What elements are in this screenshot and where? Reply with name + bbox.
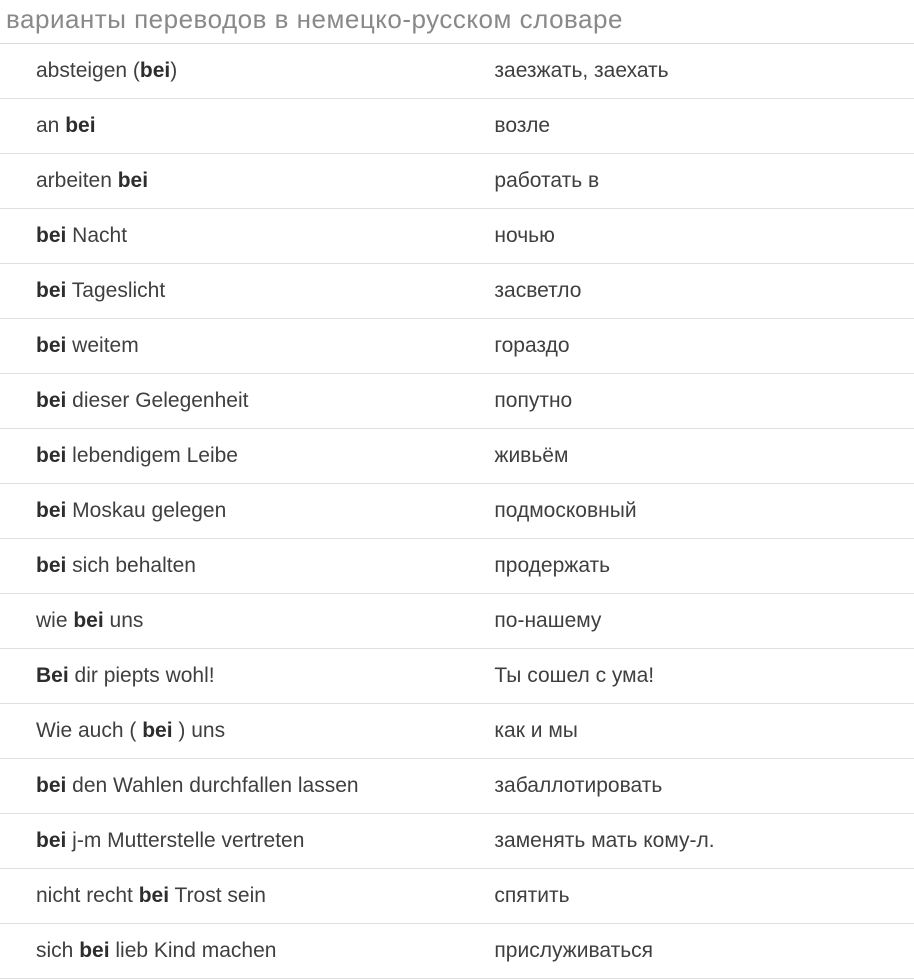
table-row: sich bei lieb Kind machenприслуживаться [0,924,914,979]
german-post: j-m Mutterstelle vertreten [66,829,304,852]
german-post: weitem [66,334,138,357]
table-row: bei lebendigem Leibeживьём [0,429,914,484]
german-term[interactable]: Wie auch ( bei ) uns [0,704,484,758]
german-post: lieb Kind machen [110,939,277,962]
german-keyword: bei [36,334,66,357]
german-keyword: bei [36,499,66,522]
german-term[interactable]: sich bei lieb Kind machen [0,924,484,978]
german-term[interactable]: bei j-m Mutterstelle vertreten [0,814,484,868]
german-term[interactable]: bei sich behalten [0,539,484,593]
table-row: bei Nachtночью [0,209,914,264]
german-term[interactable]: bei Tageslicht [0,264,484,318]
russian-translation[interactable]: гораздо [484,319,914,373]
table-row: wie bei unsпо-нашему [0,594,914,649]
table-row: an beiвозле [0,99,914,154]
german-keyword: bei [36,829,66,852]
german-keyword: bei [36,224,66,247]
table-row: bei Moskau gelegenподмосковный [0,484,914,539]
russian-translation[interactable]: подмосковный [484,484,914,538]
german-pre: wie [36,609,73,632]
russian-translation[interactable]: засветло [484,264,914,318]
german-term[interactable]: absteigen (bei) [0,44,484,98]
german-post: ) [170,59,177,82]
russian-translation[interactable]: попутно [484,374,914,428]
russian-translation[interactable]: работать в [484,154,914,208]
page-title: варианты переводов в немецко-русском сло… [0,0,914,44]
german-post: ) uns [173,719,226,742]
german-keyword: bei [139,884,169,907]
german-pre: Wie auch ( [36,719,142,742]
table-row: absteigen (bei)заезжать, заехать [0,44,914,99]
german-term[interactable]: bei Moskau gelegen [0,484,484,538]
table-row: bei den Wahlen durchfallen lassenзабалло… [0,759,914,814]
german-keyword: bei [65,114,95,137]
german-keyword: bei [36,774,66,797]
german-post: dieser Gelegenheit [66,389,248,412]
german-term[interactable]: bei den Wahlen durchfallen lassen [0,759,484,813]
german-term[interactable]: wie bei uns [0,594,484,648]
german-pre: an [36,114,65,137]
russian-translation[interactable]: ночью [484,209,914,263]
german-keyword: bei [142,719,172,742]
german-post: den Wahlen durchfallen lassen [66,774,358,797]
german-pre: sich [36,939,79,962]
german-term[interactable]: an bei [0,99,484,153]
translations-table: absteigen (bei)заезжать, заехатьan beiво… [0,44,914,979]
german-pre: nicht recht [36,884,139,907]
german-term[interactable]: arbeiten bei [0,154,484,208]
german-post: Moskau gelegen [66,499,226,522]
table-row: bei sich behaltenпродержать [0,539,914,594]
german-keyword: bei [36,389,66,412]
russian-translation[interactable]: спятить [484,869,914,923]
russian-translation[interactable]: прислуживаться [484,924,914,978]
table-row: arbeiten beiработать в [0,154,914,209]
german-keyword: bei [36,554,66,577]
german-post: Nacht [66,224,127,247]
german-pre: arbeiten [36,169,118,192]
german-term[interactable]: Bei dir piepts wohl! [0,649,484,703]
german-pre: absteigen ( [36,59,140,82]
german-post: Trost sein [169,884,266,907]
russian-translation[interactable]: возле [484,99,914,153]
german-term[interactable]: bei dieser Gelegenheit [0,374,484,428]
german-keyword: bei [79,939,109,962]
table-row: bei j-m Mutterstelle vertretenзаменять м… [0,814,914,869]
russian-translation[interactable]: Ты сошел с ума! [484,649,914,703]
german-keyword: bei [118,169,148,192]
german-keyword: bei [36,444,66,467]
russian-translation[interactable]: заменять мать кому-л. [484,814,914,868]
german-term[interactable]: bei Nacht [0,209,484,263]
russian-translation[interactable]: как и мы [484,704,914,758]
table-row: bei Tageslichtзасветло [0,264,914,319]
table-row: nicht recht bei Trost seinспятить [0,869,914,924]
russian-translation[interactable]: продержать [484,539,914,593]
german-keyword: bei [36,279,66,302]
table-row: bei dieser Gelegenheitпопутно [0,374,914,429]
german-post: uns [104,609,144,632]
german-post: Tageslicht [66,279,165,302]
russian-translation[interactable]: по-нашему [484,594,914,648]
russian-translation[interactable]: заезжать, заехать [484,44,914,98]
german-keyword: bei [140,59,170,82]
german-post: dir piepts wohl! [69,664,215,687]
german-post: lebendigem Leibe [66,444,238,467]
russian-translation[interactable]: живьём [484,429,914,483]
russian-translation[interactable]: забаллотировать [484,759,914,813]
german-post: sich behalten [66,554,196,577]
german-term[interactable]: bei weitem [0,319,484,373]
table-row: Bei dir piepts wohl!Ты сошел с ума! [0,649,914,704]
german-keyword: Bei [36,664,69,687]
german-term[interactable]: nicht recht bei Trost sein [0,869,484,923]
table-row: bei weitemгораздо [0,319,914,374]
german-term[interactable]: bei lebendigem Leibe [0,429,484,483]
table-row: Wie auch ( bei ) unsкак и мы [0,704,914,759]
german-keyword: bei [73,609,103,632]
